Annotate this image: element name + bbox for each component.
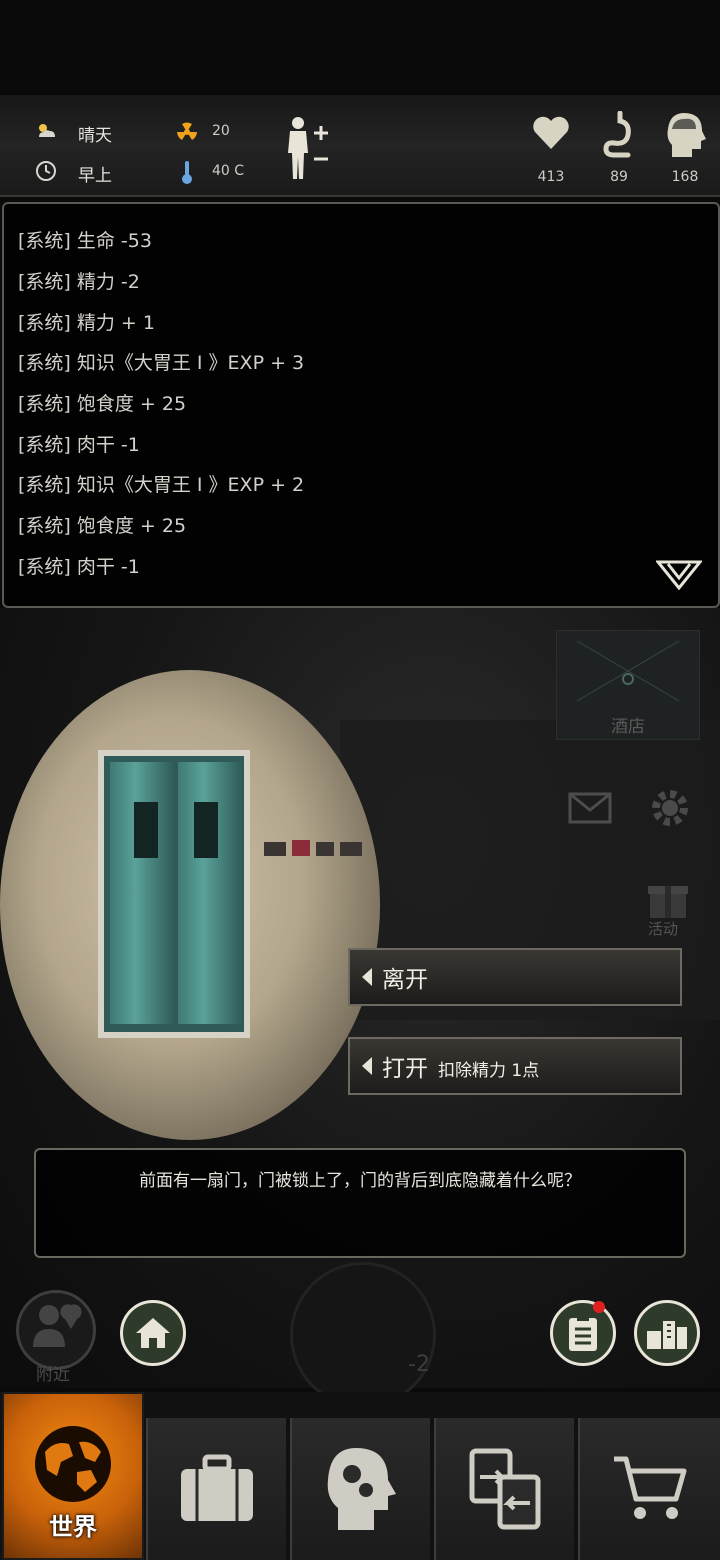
status-bar: 晴天 早上 20 40 C 413 89 168	[0, 95, 720, 197]
wall-panel-icon	[264, 836, 364, 866]
exchange-icon	[469, 1448, 541, 1530]
log-line: [系统] 知识《大胃王 I 》EXP + 3	[18, 352, 305, 374]
weather-text: 晴天	[78, 126, 112, 146]
health-value: 413	[537, 169, 565, 185]
suitcase-icon	[181, 1454, 253, 1521]
nav-tab-world-label: 世界	[49, 1513, 97, 1541]
log-line: [系统] 知识《大胃王 I 》EXP + 2	[18, 474, 305, 496]
log-line: [系统] 饱食度 + 25	[18, 393, 187, 415]
settings-gear-icon[interactable]	[648, 786, 692, 834]
city-icon	[647, 1321, 687, 1349]
leave-button-label: 离开	[382, 967, 428, 993]
radiation-icon	[176, 121, 198, 143]
globe-icon	[35, 1426, 111, 1502]
hotel-label: 酒店	[611, 717, 645, 737]
temperature-value: 40 C	[212, 163, 245, 179]
clipboard-icon	[569, 1315, 597, 1351]
message-log[interactable]: [系统] 生命 -53 [系统] 精力 -2 [系统] 精力 + 1 [系统] …	[2, 202, 720, 608]
time-text: 早上	[78, 166, 112, 186]
open-button-label: 打开	[382, 1056, 428, 1082]
log-line: [系统] 肉干 -1	[18, 556, 140, 578]
open-button[interactable]: 打开 扣除精力 1点	[348, 1037, 682, 1095]
heart-icon	[532, 115, 570, 151]
nav-tab-skills[interactable]	[290, 1418, 430, 1560]
head-gears-icon	[327, 1448, 396, 1530]
log-line: [系统] 肉干 -1	[18, 434, 140, 456]
radiation-value: 20	[212, 123, 230, 139]
nearby-label: 附近	[36, 1365, 70, 1385]
event-description: 前面有一扇门，门被锁上了，门的背后到底隐藏着什么呢？	[139, 1171, 581, 1191]
mind-value: 168	[671, 169, 699, 185]
log-line: [系统] 饱食度 + 25	[18, 515, 187, 537]
gauge	[290, 1262, 436, 1408]
clock-icon	[34, 159, 58, 183]
stomach-icon	[600, 111, 636, 161]
log-line: [系统] 生命 -53	[18, 230, 152, 252]
shopping-cart-icon	[614, 1456, 687, 1519]
gauge-value: -2	[408, 1352, 430, 1377]
leave-button[interactable]: 离开	[348, 948, 682, 1006]
log-line: [系统] 精力 + 1	[18, 312, 155, 334]
weather-icon	[34, 119, 58, 143]
home-icon	[136, 1318, 170, 1348]
nav-tab-inventory[interactable]	[146, 1418, 286, 1560]
nav-tab-world[interactable]: 世界	[2, 1392, 144, 1560]
activity-label: 活动	[648, 920, 679, 938]
nearby-button[interactable]	[16, 1290, 96, 1370]
nearby-person-icon	[33, 1304, 82, 1347]
left-arrow-icon	[362, 968, 372, 986]
home-button[interactable]	[120, 1300, 186, 1366]
notification-dot	[593, 1301, 605, 1313]
nav-tab-trade[interactable]	[434, 1418, 574, 1560]
event-description-box: 前面有一扇门，门被锁上了，门的背后到底隐藏着什么呢？	[34, 1148, 686, 1258]
city-map-button[interactable]	[634, 1300, 700, 1366]
bottom-nav: 世界	[0, 1392, 720, 1560]
nav-tab-shop[interactable]	[578, 1418, 720, 1560]
head-mind-icon	[666, 111, 706, 159]
body-status-icon[interactable]	[284, 115, 332, 183]
open-button-cost: 扣除精力 1点	[438, 1060, 540, 1081]
thermometer-icon	[180, 159, 194, 185]
hotel-location-card[interactable]: 酒店	[556, 630, 700, 740]
scroll-down-chevron-icon[interactable]	[654, 560, 704, 594]
quest-button[interactable]	[550, 1300, 616, 1366]
hunger-value: 89	[610, 169, 628, 185]
mail-icon[interactable]	[568, 792, 612, 828]
left-arrow-icon	[362, 1057, 372, 1075]
locked-door[interactable]	[98, 750, 250, 1038]
log-line: [系统] 精力 -2	[18, 271, 140, 293]
